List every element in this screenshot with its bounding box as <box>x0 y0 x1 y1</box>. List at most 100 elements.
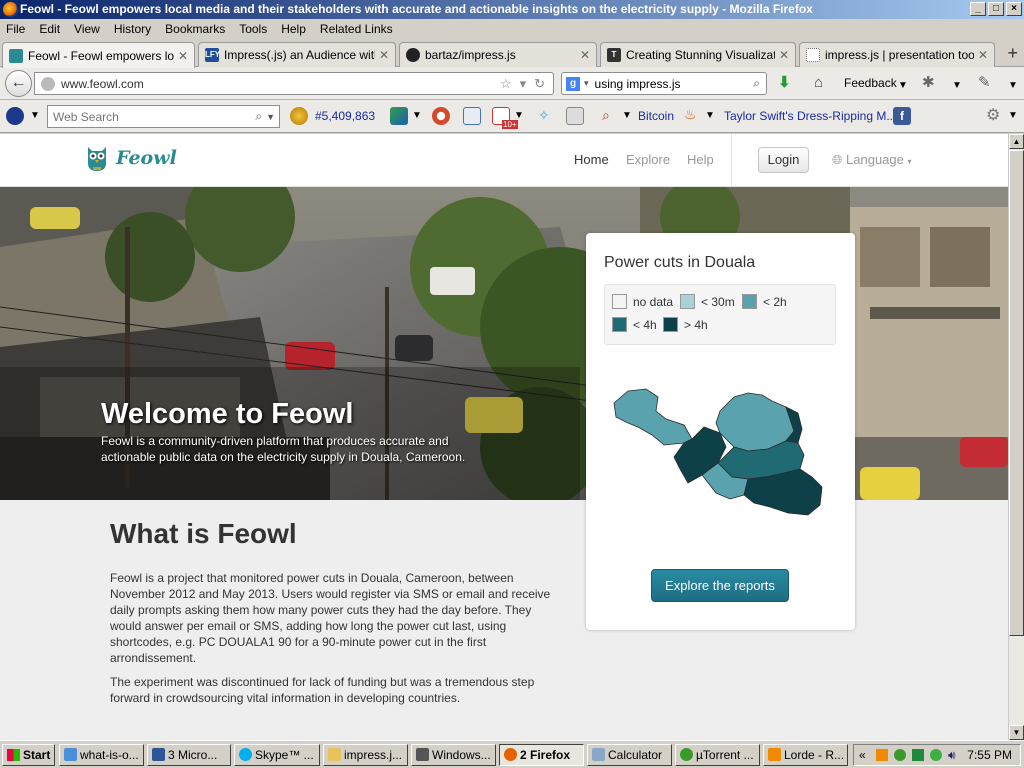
google-icon[interactable]: g <box>566 76 580 91</box>
menu-edit[interactable]: Edit <box>39 22 60 36</box>
tab-feowl[interactable]: Feowl - Feowl empowers local ... ✕ <box>2 42 195 68</box>
web-search-dropdown-icon[interactable]: ▼ <box>266 112 275 122</box>
task-skype[interactable]: Skype™ ... <box>234 744 320 766</box>
nav-home[interactable]: Home <box>574 152 609 167</box>
gear-dropdown-icon[interactable]: ▼ <box>1008 110 1018 121</box>
tab-close-icon[interactable]: ✕ <box>580 48 590 62</box>
download-arrow-icon[interactable]: ⬇ <box>778 75 791 90</box>
bug-icon[interactable]: ✱ <box>922 75 935 90</box>
bitcoin-link[interactable]: Bitcoin <box>638 109 674 123</box>
menu-related-links[interactable]: Related Links <box>320 22 393 36</box>
scroll-up-icon[interactable]: ▲ <box>1009 134 1024 149</box>
tray-expand-icon[interactable]: « <box>859 748 866 762</box>
lfy-favicon-icon: LFY <box>205 48 220 62</box>
menu-view[interactable]: View <box>74 22 100 36</box>
gear-icon[interactable]: ⚙ <box>986 105 1000 125</box>
search-box[interactable]: g ▾ using impress.js ⌕ <box>561 72 767 95</box>
tab-close-icon[interactable]: ✕ <box>779 48 789 62</box>
login-button[interactable]: Login <box>758 147 809 173</box>
tab-github-impress[interactable]: bartaz/impress.js ✕ <box>399 42 597 67</box>
news-link[interactable]: Taylor Swift's Dress-Ripping M... <box>724 109 896 123</box>
tab-close-icon[interactable]: ✕ <box>978 48 988 62</box>
nav-explore[interactable]: Explore <box>626 152 670 167</box>
feowl-logo[interactable]: Feowl <box>86 143 177 173</box>
task-label: 3 Micro... <box>168 748 218 762</box>
globe-icon <box>41 76 55 91</box>
url-bar[interactable]: www.feowl.com ☆ ▾ ↻ <box>34 72 554 95</box>
task-utorrent[interactable]: µTorrent ... <box>675 744 760 766</box>
task-calculator[interactable]: Calculator <box>587 744 672 766</box>
search-flame-icon[interactable]: ⌕ <box>602 107 610 124</box>
bookmark-star-icon[interactable]: ☆ <box>500 76 512 92</box>
clock[interactable]: 7:55 PM <box>967 748 1012 762</box>
task-firefox[interactable]: 2 Firefox <box>499 744 584 766</box>
counter-value[interactable]: #5,409,863 <box>315 109 375 123</box>
minimize-button[interactable]: _ <box>970 2 986 16</box>
close-window-button[interactable]: × <box>1006 2 1022 16</box>
tab-impress-audience[interactable]: LFY Impress(.js) an Audience with ... ✕ <box>198 42 396 67</box>
url-text[interactable]: www.feowl.com <box>61 77 500 91</box>
target-icon[interactable] <box>432 107 450 125</box>
link-chain-icon[interactable] <box>390 107 408 125</box>
dropdown-icon[interactable]: ▾ <box>520 76 527 92</box>
menu-bookmarks[interactable]: Bookmarks <box>165 22 225 36</box>
task-windows[interactable]: Windows... <box>411 744 496 766</box>
ask-dropdown-icon[interactable]: ▼ <box>30 110 40 121</box>
tab-impress-presentation[interactable]: impress.js | presentation tool ... ✕ <box>799 42 995 67</box>
task-impress-folder[interactable]: impress.j... <box>323 744 408 766</box>
facebook-icon[interactable]: f <box>893 107 911 125</box>
green-square-tray-icon[interactable] <box>912 749 924 761</box>
web-search-field[interactable]: ⌕ ▼ <box>47 105 280 128</box>
menu-history[interactable]: History <box>114 22 151 36</box>
tab-close-icon[interactable]: ✕ <box>178 49 188 63</box>
volume-icon[interactable]: 🔊︎ <box>948 748 956 763</box>
magnifier-icon[interactable]: ⌕ <box>753 76 760 91</box>
web-search-input[interactable] <box>48 109 256 124</box>
coin-icon[interactable] <box>290 107 308 125</box>
new-tab-icon[interactable]: + <box>1007 44 1018 62</box>
menu-help[interactable]: Help <box>281 22 306 36</box>
bug-dropdown-icon[interactable]: ▼ <box>952 78 962 93</box>
check-tray-icon[interactable] <box>930 749 942 761</box>
legend-item-no-data: no data <box>612 294 673 309</box>
language-selector[interactable]: 🌐︎ Language ▾ <box>832 152 912 168</box>
nav-help[interactable]: Help <box>687 152 714 167</box>
scroll-thumb[interactable] <box>1009 150 1024 636</box>
scroll-down-icon[interactable]: ▼ <box>1009 725 1024 740</box>
clipboard-icon[interactable] <box>463 107 481 125</box>
district-west[interactable] <box>613 388 693 446</box>
utorrent-tray-icon[interactable] <box>894 749 906 761</box>
vertical-scrollbar[interactable]: ▲ ▼ <box>1008 134 1024 740</box>
search-flame-dropdown-icon[interactable]: ▼ <box>622 110 632 121</box>
tab-creating-visualizations[interactable]: T Creating Stunning Visualization... ✕ <box>600 42 796 67</box>
home-icon[interactable]: ⌂ <box>814 75 823 90</box>
task-label: µTorrent ... <box>696 748 754 762</box>
search-input[interactable]: using impress.js <box>595 77 754 91</box>
menu-file[interactable]: File <box>6 22 25 36</box>
feedback-button[interactable]: Feedback <box>844 76 897 90</box>
explore-reports-button[interactable]: Explore the reports <box>651 569 789 602</box>
start-button[interactable]: Start <box>2 744 55 766</box>
feedback-dropdown-icon[interactable]: ▼ <box>898 78 908 93</box>
flame-dropdown-icon[interactable]: ▼ <box>705 110 715 121</box>
window-title-bar: Feowl - Feowl empowers local media and t… <box>0 0 1024 19</box>
gmail-dropdown-icon[interactable]: ▼ <box>514 110 524 121</box>
reload-icon[interactable]: ↻ <box>534 76 545 92</box>
ask-logo-icon[interactable] <box>6 107 24 125</box>
task-what-is[interactable]: what-is-o... <box>59 744 144 766</box>
tools-dropdown-icon[interactable]: ▼ <box>1008 78 1018 93</box>
back-arrow-icon[interactable]: ← <box>5 70 32 97</box>
link-dropdown-icon[interactable]: ▼ <box>412 110 422 121</box>
tools-icon[interactable]: ✎ <box>978 75 991 90</box>
maximize-button[interactable]: □ <box>988 2 1004 16</box>
task-micro[interactable]: 3 Micro... <box>147 744 231 766</box>
menu-tools[interactable]: Tools <box>239 22 267 36</box>
sparkle-icon[interactable]: ✧ <box>538 107 550 124</box>
tab-close-icon[interactable]: ✕ <box>379 48 389 62</box>
id-card-icon[interactable] <box>566 107 584 125</box>
vlc-tray-icon[interactable] <box>876 749 888 761</box>
task-lorde[interactable]: Lorde - R... <box>763 744 848 766</box>
flame-icon[interactable]: ♨ <box>684 106 697 123</box>
web-search-magnifier-icon[interactable]: ⌕ <box>255 109 262 124</box>
search-engine-dropdown-icon[interactable]: ▾ <box>584 78 589 89</box>
